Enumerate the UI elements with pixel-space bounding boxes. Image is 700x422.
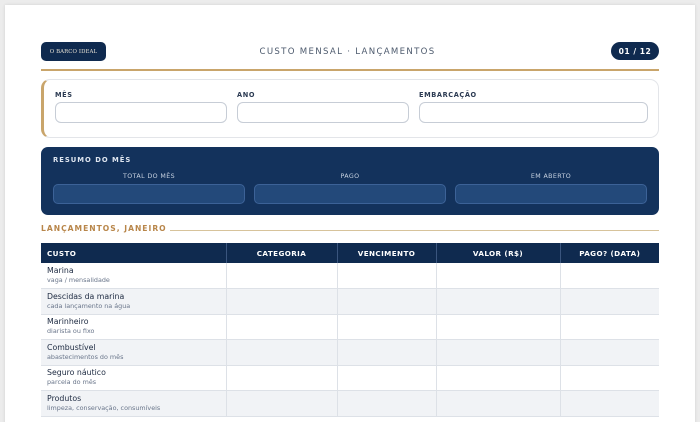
document-page: O BARCO IDEAL CUSTO MENSAL · LANÇAMENTOS…: [5, 5, 695, 422]
total-field[interactable]: [53, 184, 245, 204]
cost-title: Produtos: [47, 393, 82, 403]
paid-date-cell[interactable]: [560, 263, 659, 289]
cost-cell: Marinheiro diarista ou fixo: [41, 314, 227, 340]
cost-cell: Produtos limpeza, conservação, consumíve…: [41, 390, 227, 417]
year-label: ANO: [237, 91, 256, 99]
cost-cell: Combustível abastecimentos do mês: [41, 339, 227, 366]
due-date-cell[interactable]: [337, 288, 437, 315]
amount-cell[interactable]: [436, 390, 561, 417]
table-header-row: CUSTO CATEGORIA VENCIMENTO VALOR (R$) PA…: [41, 243, 659, 263]
due-date-cell[interactable]: [337, 339, 437, 366]
brand-logo: O BARCO IDEAL: [41, 42, 106, 61]
category-cell[interactable]: [226, 314, 338, 340]
table-row: Produtos limpeza, conservação, consumíve…: [41, 390, 659, 417]
paid-label: PAGO: [340, 173, 360, 180]
year-field[interactable]: [237, 102, 409, 123]
column-header-paid-date: PAGO? (DATA): [560, 243, 659, 263]
due-date-cell[interactable]: [337, 390, 437, 417]
paid-date-cell[interactable]: [560, 365, 659, 391]
month-summary-panel: RESUMO DO MÊS TOTAL DO MÊS PAGO EM ABERT…: [41, 147, 659, 215]
cost-subtitle: vaga / mensalidade: [47, 276, 110, 284]
cost-cell: Seguro náutico parcela do mês: [41, 365, 227, 391]
month-field[interactable]: [55, 102, 227, 123]
paid-date-cell[interactable]: [560, 339, 659, 366]
month-label: MÊS: [55, 91, 73, 99]
open-label: EM ABERTO: [530, 173, 572, 180]
vessel-field[interactable]: [419, 102, 648, 123]
header-divider: [41, 69, 659, 71]
due-date-cell[interactable]: [337, 263, 437, 289]
cost-title: Marinheiro: [47, 317, 89, 327]
cost-title: Descidas da marina: [47, 291, 125, 301]
category-cell[interactable]: [226, 263, 338, 289]
category-cell[interactable]: [226, 339, 338, 366]
paid-date-cell[interactable]: [560, 288, 659, 315]
summary-title: RESUMO DO MÊS: [53, 156, 132, 164]
paid-date-cell[interactable]: [560, 314, 659, 340]
category-cell[interactable]: [226, 365, 338, 391]
due-date-cell[interactable]: [337, 365, 437, 391]
amount-cell[interactable]: [436, 288, 561, 315]
cost-cell: Descidas da marina cada lançamento na ág…: [41, 288, 227, 315]
expenses-table: CUSTO CATEGORIA VENCIMENTO VALOR (R$) PA…: [41, 243, 659, 417]
cost-subtitle: parcela do mês: [47, 378, 97, 387]
page-title: CUSTO MENSAL · LANÇAMENTOS: [259, 47, 436, 57]
amount-cell[interactable]: [436, 339, 561, 366]
page-indicator-badge: 01 / 12: [611, 42, 659, 60]
column-header-amount: VALOR (R$): [436, 243, 561, 263]
cost-title: Seguro náutico: [47, 368, 106, 378]
cost-subtitle: limpeza, conservação, consumíveis: [47, 403, 161, 412]
vessel-label: EMBARCAÇÃO: [419, 91, 477, 99]
total-label: TOTAL DO MÊS: [123, 173, 175, 180]
section-title: LANÇAMENTOS, JANEIRO: [41, 224, 167, 233]
column-header-due-date: VENCIMENTO: [337, 243, 437, 263]
table-row: Combustível abastecimentos do mês: [41, 339, 659, 366]
table-row: Descidas da marina cada lançamento na ág…: [41, 288, 659, 315]
cost-subtitle: abastecimentos do mês: [47, 352, 124, 361]
category-cell[interactable]: [226, 390, 338, 417]
paid-field[interactable]: [254, 184, 446, 204]
amount-cell[interactable]: [436, 314, 561, 340]
open-field[interactable]: [455, 184, 647, 204]
column-header-cost: CUSTO: [41, 243, 227, 263]
cost-title: Combustível: [47, 342, 96, 352]
column-header-category: CATEGORIA: [226, 243, 338, 263]
cost-cell: Marina vaga / mensalidade: [41, 263, 227, 289]
paid-date-cell[interactable]: [560, 390, 659, 417]
section-divider: [170, 230, 659, 231]
cost-subtitle: diarista ou fixo: [47, 327, 95, 336]
table-row: Marina vaga / mensalidade: [41, 263, 659, 289]
amount-cell[interactable]: [436, 365, 561, 391]
cost-subtitle: cada lançamento na água: [47, 301, 131, 310]
period-fields-card: MÊS ANO EMBARCAÇÃO: [41, 79, 659, 138]
amount-cell[interactable]: [436, 263, 561, 289]
cost-title: Marina: [47, 266, 74, 275]
table-row: Marinheiro diarista ou fixo: [41, 314, 659, 340]
table-row: Seguro náutico parcela do mês: [41, 365, 659, 391]
category-cell[interactable]: [226, 288, 338, 315]
due-date-cell[interactable]: [337, 314, 437, 340]
